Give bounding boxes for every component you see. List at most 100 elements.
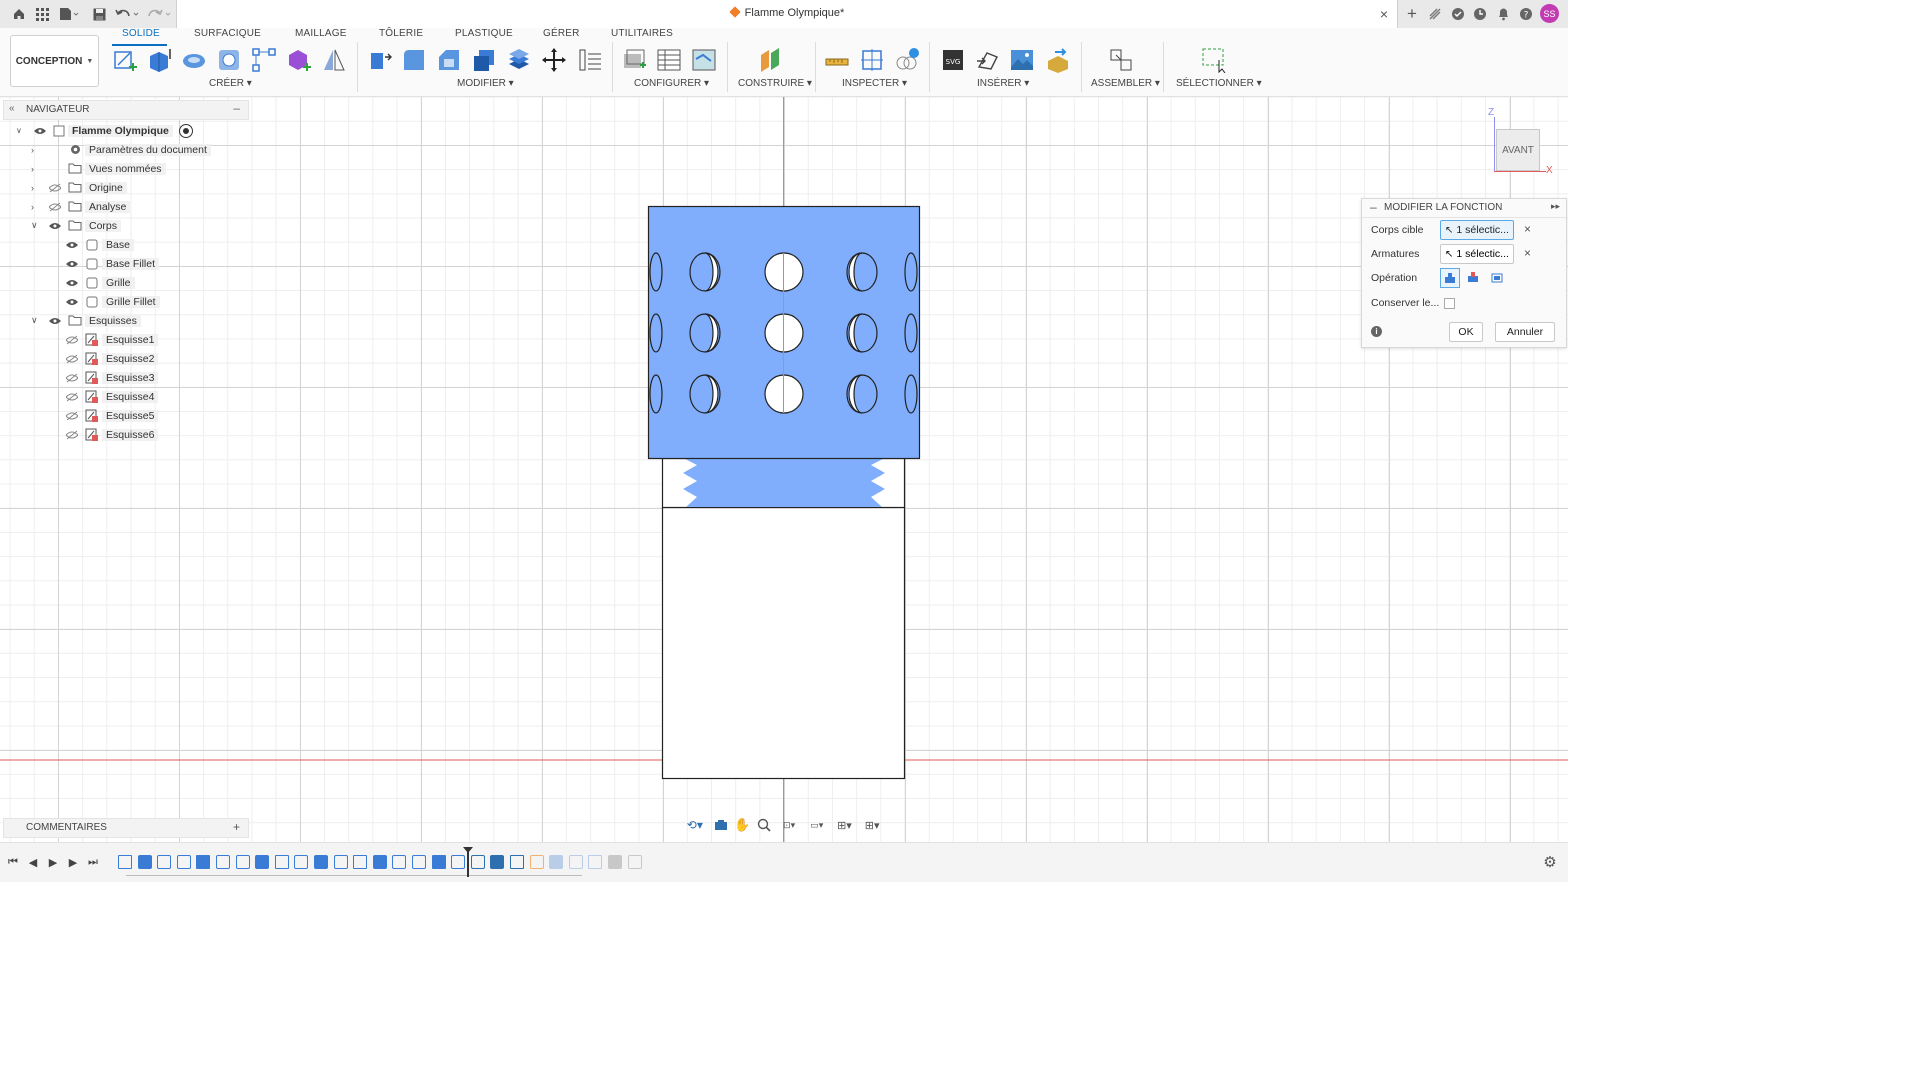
chevron-down-icon[interactable]: ∨ — [31, 220, 43, 231]
eye-hidden-icon[interactable] — [45, 183, 65, 193]
operation-join-icon[interactable] — [1440, 268, 1460, 288]
group-creer[interactable]: CRÉER ▾ — [209, 78, 252, 89]
clear-tools-icon[interactable]: × — [1524, 246, 1531, 260]
timeline-feature-icon[interactable] — [314, 855, 328, 869]
measure-icon[interactable] — [823, 46, 851, 74]
timeline-feature-icon[interactable] — [510, 855, 524, 869]
group-inserer[interactable]: INSÉRER ▾ — [977, 78, 1029, 89]
tree-item[interactable]: › Origine — [0, 178, 250, 197]
timeline-feature-icon[interactable] — [294, 855, 309, 869]
select-box-icon[interactable] — [1200, 46, 1228, 74]
eye-icon[interactable] — [62, 260, 82, 268]
timeline-feature-icon[interactable] — [627, 855, 642, 869]
collapse-panel-icon[interactable]: – — [1370, 200, 1377, 214]
eye-hidden-icon[interactable] — [62, 392, 82, 402]
chevron-right-icon[interactable]: › — [31, 202, 43, 212]
timeline-marker[interactable] — [467, 849, 469, 877]
tree-item[interactable]: Esquisse6 — [0, 425, 250, 444]
group-selectionner[interactable]: SÉLECTIONNER ▾ — [1176, 78, 1262, 89]
viewcube[interactable]: Z X AVANT — [1486, 105, 1558, 176]
configuration-table-icon[interactable] — [655, 46, 683, 74]
tool-bodies-selector[interactable]: ↖ 1 sélectic... — [1440, 244, 1514, 264]
tree-item[interactable]: › Analyse — [0, 197, 250, 216]
timeline-feature-icon[interactable] — [412, 855, 426, 869]
timeline-settings-gear-icon[interactable]: ⚙ — [1542, 854, 1558, 871]
timeline-feature-icon[interactable] — [255, 855, 270, 869]
step-back-icon[interactable]: ◀ — [26, 854, 40, 870]
viewcube-face-front[interactable]: AVANT — [1496, 129, 1540, 171]
chevron-right-icon[interactable]: › — [31, 164, 43, 174]
configuration-rule-icon[interactable] — [690, 46, 718, 74]
undo-icon[interactable] — [113, 5, 141, 23]
insert-derive-icon[interactable] — [1044, 46, 1072, 74]
collapse-navigator-icon[interactable]: « — [9, 103, 15, 114]
offset-plane-icon[interactable] — [756, 46, 784, 74]
timeline-feature-icon[interactable] — [470, 855, 485, 869]
target-body-selector[interactable]: ↖ 1 sélectic... — [1440, 220, 1514, 240]
expand-panel-icon[interactable]: ▸▸ — [1551, 201, 1560, 212]
cancel-button[interactable]: Annuler — [1495, 322, 1555, 342]
info-icon[interactable]: i — [1371, 326, 1382, 337]
eye-icon[interactable] — [62, 298, 82, 306]
pattern-icon[interactable] — [250, 46, 278, 74]
apps-grid-icon[interactable] — [33, 5, 51, 23]
tree-item[interactable]: Esquisse1 — [0, 330, 250, 349]
tree-item[interactable]: ∨ Esquisses — [0, 311, 250, 330]
tree-item[interactable]: ∨ Corps — [0, 216, 250, 235]
extension-icon[interactable] — [1426, 5, 1444, 23]
save-icon[interactable] — [90, 5, 108, 23]
help-icon[interactable]: ? — [1517, 5, 1535, 23]
timeline-feature-icon[interactable] — [431, 855, 446, 869]
chevron-right-icon[interactable]: › — [31, 183, 43, 193]
tree-item[interactable]: Esquisse5 — [0, 406, 250, 425]
display-settings-icon[interactable]: ▭▾ — [806, 816, 828, 834]
timeline-feature-icon[interactable] — [353, 855, 368, 869]
navigator-header[interactable]: « NAVIGATEUR – — [3, 100, 249, 120]
tree-item[interactable]: Esquisse3 — [0, 368, 250, 387]
timeline-feature-icon[interactable] — [274, 855, 289, 869]
tree-item[interactable]: › Vues nommées — [0, 159, 250, 178]
interference-icon[interactable] — [893, 46, 921, 74]
insert-svg-icon[interactable]: SVG — [939, 46, 967, 74]
create-form-icon[interactable] — [285, 46, 313, 74]
timeline-feature-icon[interactable] — [118, 855, 132, 869]
group-inspecter[interactable]: INSPECTER ▾ — [842, 78, 907, 89]
clear-target-icon[interactable]: × — [1524, 222, 1531, 236]
ok-button[interactable]: OK — [1449, 322, 1483, 342]
extrude-icon[interactable] — [145, 46, 173, 74]
document-tab[interactable]: Flamme Olympique* × — [176, 0, 1398, 28]
timeline-feature-icon[interactable] — [490, 855, 505, 869]
mirror-icon[interactable] — [320, 46, 348, 74]
timeline-feature-icon[interactable] — [196, 855, 211, 869]
user-avatar[interactable]: SS — [1540, 4, 1559, 23]
fillet-icon[interactable] — [400, 46, 428, 74]
timeline-feature-icon[interactable] — [451, 855, 466, 869]
workspace-switcher[interactable]: CONCEPTION ▼ — [10, 35, 99, 87]
tree-item[interactable]: Grille Fillet — [0, 292, 250, 311]
section-analysis-icon[interactable] — [858, 46, 886, 74]
redo-icon[interactable] — [145, 5, 173, 23]
tree-item[interactable]: › Paramètres du document — [0, 140, 250, 159]
press-pull-icon[interactable] — [365, 46, 393, 74]
orbit-icon[interactable]: ⟲▾ — [683, 816, 707, 834]
assemble-icon[interactable] — [1107, 46, 1135, 74]
tab-plastique[interactable]: PLASTIQUE — [455, 28, 513, 39]
new-tab-icon[interactable]: + — [1403, 4, 1421, 23]
chevron-down-icon[interactable]: ∨ — [31, 315, 43, 326]
activate-radio-icon[interactable] — [178, 123, 193, 138]
viewports-icon[interactable]: ⊞▾ — [861, 816, 883, 834]
group-assembler[interactable]: ASSEMBLER ▾ — [1091, 78, 1160, 89]
notifications-bell-icon[interactable] — [1494, 5, 1512, 23]
group-construire[interactable]: CONSTRUIRE ▾ — [738, 78, 812, 89]
eye-hidden-icon[interactable] — [62, 354, 82, 364]
tab-solide[interactable]: SOLIDE — [122, 28, 160, 39]
tab-gerer[interactable]: GÉRER — [543, 28, 580, 39]
align-icon[interactable] — [576, 46, 604, 74]
chevron-right-icon[interactable]: › — [31, 145, 43, 155]
chevron-down-icon[interactable]: ∨ — [16, 126, 28, 135]
close-tab-icon[interactable]: × — [1377, 6, 1391, 22]
tree-item[interactable]: Esquisse4 — [0, 387, 250, 406]
timeline-feature-icon[interactable] — [216, 855, 230, 869]
keep-tools-checkbox[interactable] — [1444, 298, 1455, 309]
move-copy-icon[interactable] — [540, 46, 568, 74]
